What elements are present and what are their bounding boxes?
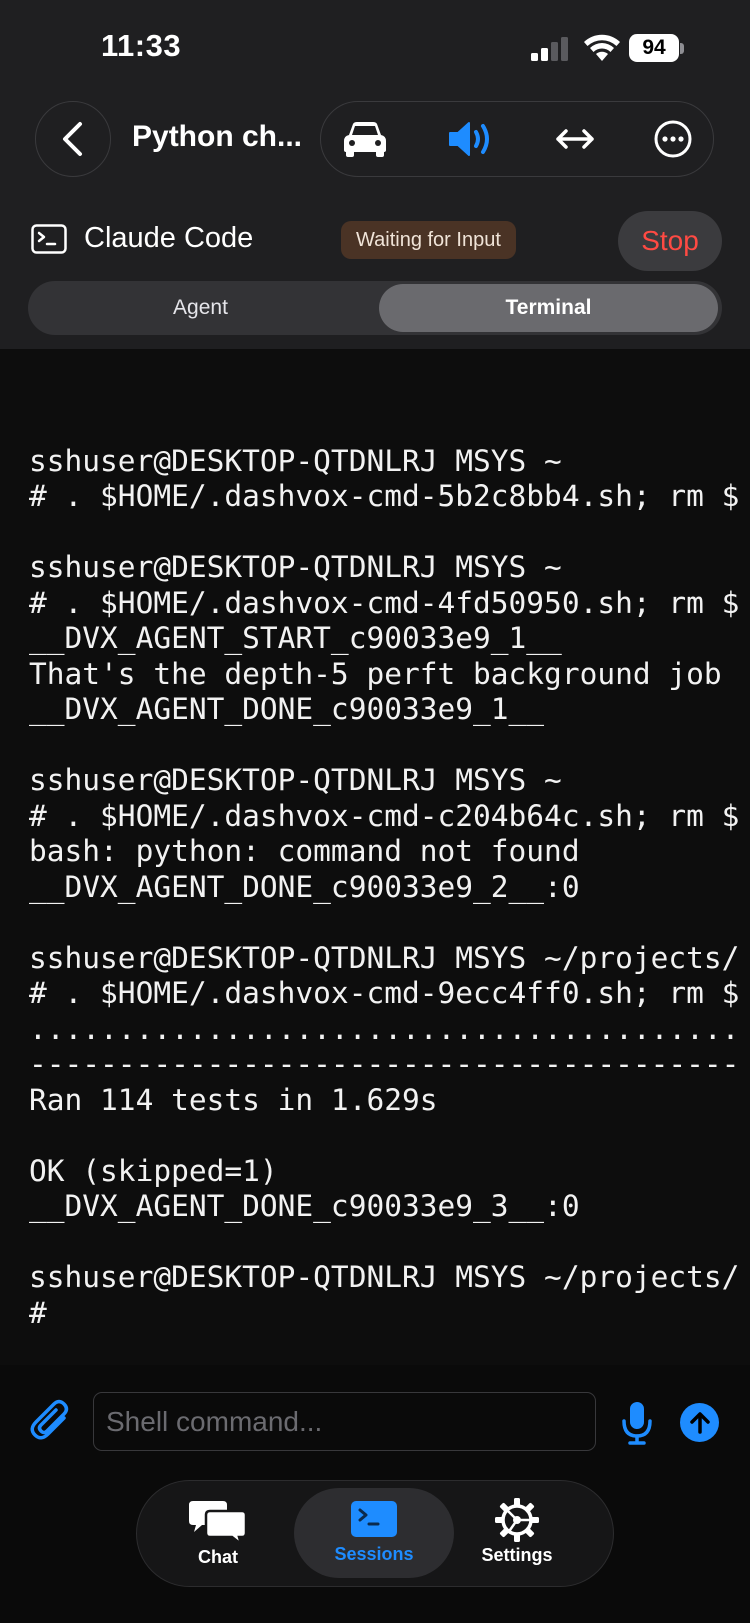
terminal-line: __DVX_AGENT_DONE_c90033e9_2__:0 xyxy=(29,869,580,904)
terminal-line: # . $HOME/.dashvox-cmd-c204b64c.sh; rm $ xyxy=(29,798,740,833)
tab-sessions[interactable]: Sessions xyxy=(294,1488,454,1578)
voice-output-button[interactable] xyxy=(431,102,511,175)
speaker-volume-icon xyxy=(449,121,489,156)
ellipsis-circle-icon xyxy=(654,120,692,157)
terminal-line: sshuser@DESKTOP-QTDNLRJ MSYS ~/projects/ xyxy=(29,1260,740,1294)
horizontal-arrows-icon xyxy=(556,128,594,149)
toolbar-actions xyxy=(320,101,714,177)
tab-chat[interactable]: Chat xyxy=(163,1481,273,1585)
terminal-output[interactable]: sshuser@DESKTOP-QTDNLRJ MSYS ~ # . $HOME/… xyxy=(0,349,750,1365)
chevron-left-icon xyxy=(63,122,82,156)
terminal-line: ........................................ xyxy=(29,1011,740,1046)
terminal-line: # xyxy=(29,1295,47,1330)
microphone-icon[interactable] xyxy=(620,1400,654,1446)
view-segmented-control: Agent Terminal xyxy=(28,281,722,335)
status-time: 11:33 xyxy=(101,28,182,63)
terminal-line: __DVX_AGENT_DONE_c90033e9_1__ xyxy=(29,692,545,726)
paperclip-icon[interactable] xyxy=(30,1398,74,1446)
terminal-line: sshuser@DESKTOP-QTDNLRJ MSYS ~ xyxy=(29,763,562,797)
back-button[interactable] xyxy=(35,101,111,177)
cellular-signal-icon xyxy=(531,37,568,61)
wifi-icon xyxy=(584,34,620,61)
arrow-up-icon xyxy=(689,1411,710,1434)
status-badge: Waiting for Input xyxy=(341,221,516,259)
chat-bubbles-icon xyxy=(189,1501,248,1545)
tab-label-chat: Chat xyxy=(198,1547,238,1567)
battery-level: 94 xyxy=(629,34,679,62)
terminal-line: sshuser@DESKTOP-QTDNLRJ MSYS ~ xyxy=(29,443,562,478)
shell-command-input[interactable] xyxy=(93,1392,596,1451)
expand-button[interactable] xyxy=(535,102,615,175)
terminal-line: sshuser@DESKTOP-QTDNLRJ MSYS ~ xyxy=(29,550,562,584)
tab-agent[interactable]: Agent xyxy=(28,281,373,335)
terminal-line: __DVX_AGENT_START_c90033e9_1__ xyxy=(29,621,562,655)
tab-label-settings: Settings xyxy=(481,1545,553,1565)
car-mode-button[interactable] xyxy=(325,102,405,175)
terminal-icon xyxy=(351,1501,397,1537)
gear-icon xyxy=(495,1498,539,1542)
terminal-icon xyxy=(31,224,67,254)
tab-bar: Chat Sessions Settings xyxy=(136,1480,614,1587)
tab-settings[interactable]: Settings xyxy=(457,1481,577,1585)
tab-terminal[interactable]: Terminal xyxy=(379,284,718,332)
terminal-line: # . $HOME/.dashvox-cmd-4fd50950.sh; rm $ xyxy=(29,585,740,620)
terminal-line: bash: python: command not found xyxy=(29,834,580,868)
session-name: Claude Code xyxy=(84,222,254,254)
more-options-button[interactable] xyxy=(633,102,713,175)
terminal-line: # . $HOME/.dashvox-cmd-5b2c8bb4.sh; rm $ xyxy=(29,479,740,513)
terminal-text: sshuser@DESKTOP-QTDNLRJ MSYS ~ # . $HOME/… xyxy=(29,408,739,1331)
terminal-line: # . $HOME/.dashvox-cmd-9ecc4ff0.sh; rm $ xyxy=(29,976,740,1010)
terminal-line: OK (skipped=1) xyxy=(29,1153,278,1188)
car-icon xyxy=(344,121,386,157)
tab-label-sessions: Sessions xyxy=(334,1544,414,1564)
send-button[interactable] xyxy=(680,1403,719,1442)
terminal-line: __DVX_AGENT_DONE_c90033e9_3__:0 xyxy=(29,1189,580,1223)
terminal-line: That's the depth-5 perft background job xyxy=(29,656,722,691)
page-title: Python ch... xyxy=(132,120,303,153)
terminal-line: sshuser@DESKTOP-QTDNLRJ MSYS ~/projects/ xyxy=(29,940,740,975)
stop-button[interactable]: Stop xyxy=(618,211,722,271)
battery-icon: 94 xyxy=(629,34,685,64)
terminal-line: ---------------------------------------- xyxy=(29,1047,740,1081)
terminal-line: Ran 114 tests in 1.629s xyxy=(29,1082,438,1117)
